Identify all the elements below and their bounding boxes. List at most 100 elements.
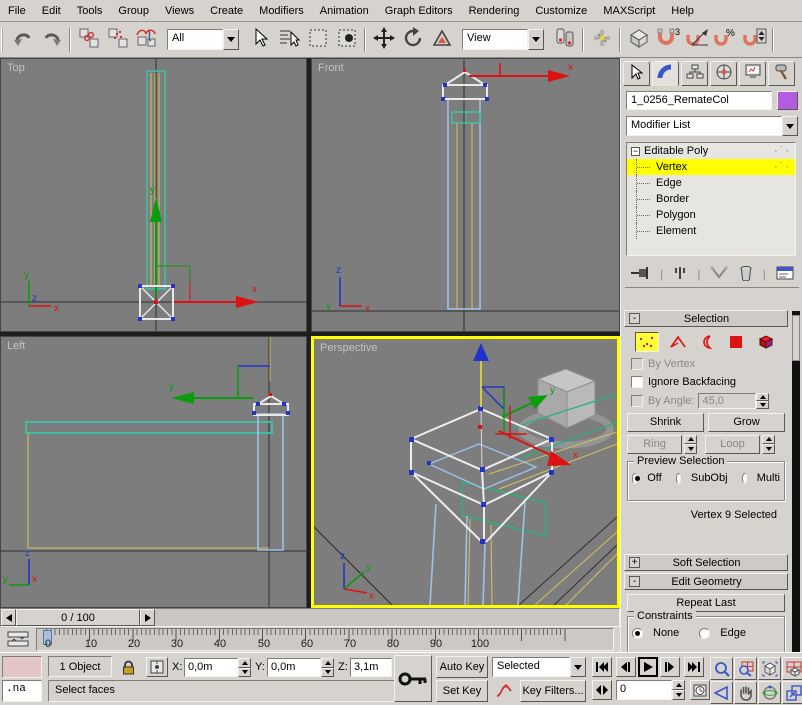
polygon-icon[interactable] — [726, 332, 746, 352]
menu-edit[interactable]: Edit — [34, 2, 69, 20]
menu-customize[interactable]: Customize — [527, 2, 595, 20]
by-angle-checkbox[interactable] — [631, 395, 643, 407]
modifier-list-dropdown-button[interactable] — [782, 116, 798, 136]
menu-rendering[interactable]: Rendering — [461, 2, 528, 20]
select-and-rotate-button[interactable] — [398, 25, 427, 54]
undo-button[interactable] — [8, 25, 37, 54]
window-crossing-button[interactable] — [332, 25, 361, 54]
viewport-front-label[interactable]: Front — [318, 62, 344, 74]
shrink-button[interactable]: Shrink — [627, 413, 704, 432]
arc-rotate-button[interactable] — [758, 681, 781, 704]
key-filters-button[interactable]: Key Filters... — [520, 680, 586, 702]
x-spinner[interactable] — [238, 658, 251, 677]
preview-subobj-radio[interactable] — [676, 473, 681, 484]
time-slider[interactable]: 0 / 100 — [0, 608, 620, 627]
command-panel-scrollbar[interactable] — [792, 311, 800, 705]
modifier-list-combo[interactable]: Modifier List — [626, 116, 798, 136]
modify-tab[interactable] — [652, 61, 679, 86]
time-configuration-button[interactable] — [690, 680, 710, 700]
stack-row-edge[interactable]: Edge — [627, 175, 795, 191]
collapse-icon[interactable]: - — [629, 313, 640, 324]
menu-create[interactable]: Create — [202, 2, 251, 20]
zoom-extents-all-button[interactable] — [782, 657, 802, 680]
display-tab[interactable] — [739, 61, 766, 86]
vertex-icon[interactable] — [635, 332, 659, 352]
utilities-tab[interactable] — [768, 61, 795, 86]
menu-tools[interactable]: Tools — [69, 2, 111, 20]
expand-icon[interactable]: + — [629, 557, 640, 568]
set-key-button[interactable]: Set Key — [436, 680, 488, 702]
constraints-edge-radio[interactable] — [699, 628, 710, 639]
zoom-button[interactable] — [710, 657, 733, 680]
preview-off-radio[interactable] — [632, 473, 637, 484]
selection-filter-dropdown-button[interactable] — [223, 29, 239, 50]
menu-modifiers[interactable]: Modifiers — [251, 2, 312, 20]
time-slider-next-button[interactable] — [140, 609, 155, 626]
auto-key-button[interactable]: Auto Key — [436, 656, 488, 678]
viewport-perspective-label[interactable]: Perspective — [320, 342, 377, 354]
maxscript-mini-listener[interactable]: .na — [2, 680, 42, 702]
modifier-stack[interactable]: − Editable Poly ·˙· Vertex ·˙· Edge Bord… — [626, 142, 796, 256]
ring-spinner[interactable] — [684, 435, 697, 454]
menu-help[interactable]: Help — [663, 2, 702, 20]
viewport-top-label[interactable]: Top — [7, 62, 25, 74]
by-vertex-checkbox[interactable] — [631, 358, 643, 370]
selection-lock-toggle[interactable] — [118, 657, 138, 677]
zoom-all-button[interactable] — [734, 657, 757, 680]
coord-system-dropdown-button[interactable] — [528, 29, 544, 50]
key-subset-combo[interactable]: Selected — [492, 657, 586, 677]
rectangular-selection-region-button[interactable] — [303, 25, 332, 54]
show-end-result-icon[interactable] — [673, 265, 687, 284]
stack-row-editable-poly[interactable]: − Editable Poly ·˙· — [627, 143, 795, 159]
go-to-end-button[interactable] — [684, 657, 704, 677]
stack-row-polygon[interactable]: Polygon — [627, 207, 795, 223]
coord-system-combo[interactable]: View — [462, 29, 544, 50]
pin-stack-icon[interactable] — [630, 265, 650, 284]
select-and-manipulate-button[interactable] — [587, 25, 616, 54]
menu-maxscript[interactable]: MAXScript — [595, 2, 663, 20]
modifier-list-value[interactable]: Modifier List — [626, 116, 782, 136]
snaps-toggle-button[interactable] — [624, 25, 653, 54]
motion-tab[interactable] — [710, 61, 737, 86]
absolute-offset-toggle[interactable] — [146, 657, 168, 677]
create-tab[interactable] — [623, 61, 650, 86]
snap-3d-button[interactable]: 3 — [653, 25, 682, 54]
default-in-out-tangent-button[interactable] — [492, 680, 516, 702]
make-unique-icon[interactable] — [710, 265, 728, 284]
viewport-perspective[interactable]: Perspective — [311, 336, 620, 608]
viewport-front[interactable]: Front x z y x — [311, 58, 620, 332]
viewport-top[interactable]: Top y x y z — [0, 58, 307, 332]
track-bar-ruler[interactable]: 0 10 20 30 40 50 60 70 80 90 100 — [36, 628, 614, 651]
spinner-snap-button[interactable] — [740, 25, 769, 54]
grow-button[interactable]: Grow — [708, 413, 785, 432]
toolbar-grip[interactable] — [1, 28, 5, 52]
pan-button[interactable] — [734, 681, 757, 704]
previous-frame-button[interactable] — [616, 657, 636, 677]
selection-rollout-header[interactable]: - Selection — [624, 310, 788, 327]
next-frame-button[interactable] — [660, 657, 680, 677]
key-mode-toggle-button[interactable] — [592, 680, 612, 700]
stack-row-vertex[interactable]: Vertex ·˙· — [627, 159, 795, 175]
play-button[interactable] — [638, 657, 658, 677]
hierarchy-tab[interactable] — [681, 61, 708, 86]
selection-filter-combo[interactable]: All — [167, 29, 239, 50]
ring-button[interactable]: Ring — [627, 435, 682, 454]
configure-modifier-sets-icon[interactable] — [776, 265, 794, 284]
loop-spinner[interactable] — [762, 435, 775, 454]
use-pivot-point-center-button[interactable] — [550, 25, 579, 54]
key-subset-value[interactable]: Selected — [492, 657, 570, 677]
edit-geometry-rollout-header[interactable]: - Edit Geometry — [624, 573, 788, 590]
remove-modifier-icon[interactable] — [739, 265, 753, 284]
bind-to-spacewarp-button[interactable] — [132, 25, 161, 54]
object-color-swatch[interactable] — [777, 91, 798, 110]
z-field[interactable]: 3,1m — [350, 658, 392, 677]
stack-row-border[interactable]: Border — [627, 191, 795, 207]
select-and-scale-button[interactable] — [427, 25, 456, 54]
key-subset-dropdown-button[interactable] — [570, 657, 586, 677]
field-of-view-button[interactable] — [710, 681, 733, 704]
maxscript-mini-listener-pink[interactable] — [2, 656, 42, 678]
x-field[interactable]: 0,0m — [184, 658, 238, 677]
collapse-icon[interactable]: - — [629, 576, 640, 587]
menu-animation[interactable]: Animation — [312, 2, 377, 20]
select-by-name-button[interactable] — [274, 25, 303, 54]
